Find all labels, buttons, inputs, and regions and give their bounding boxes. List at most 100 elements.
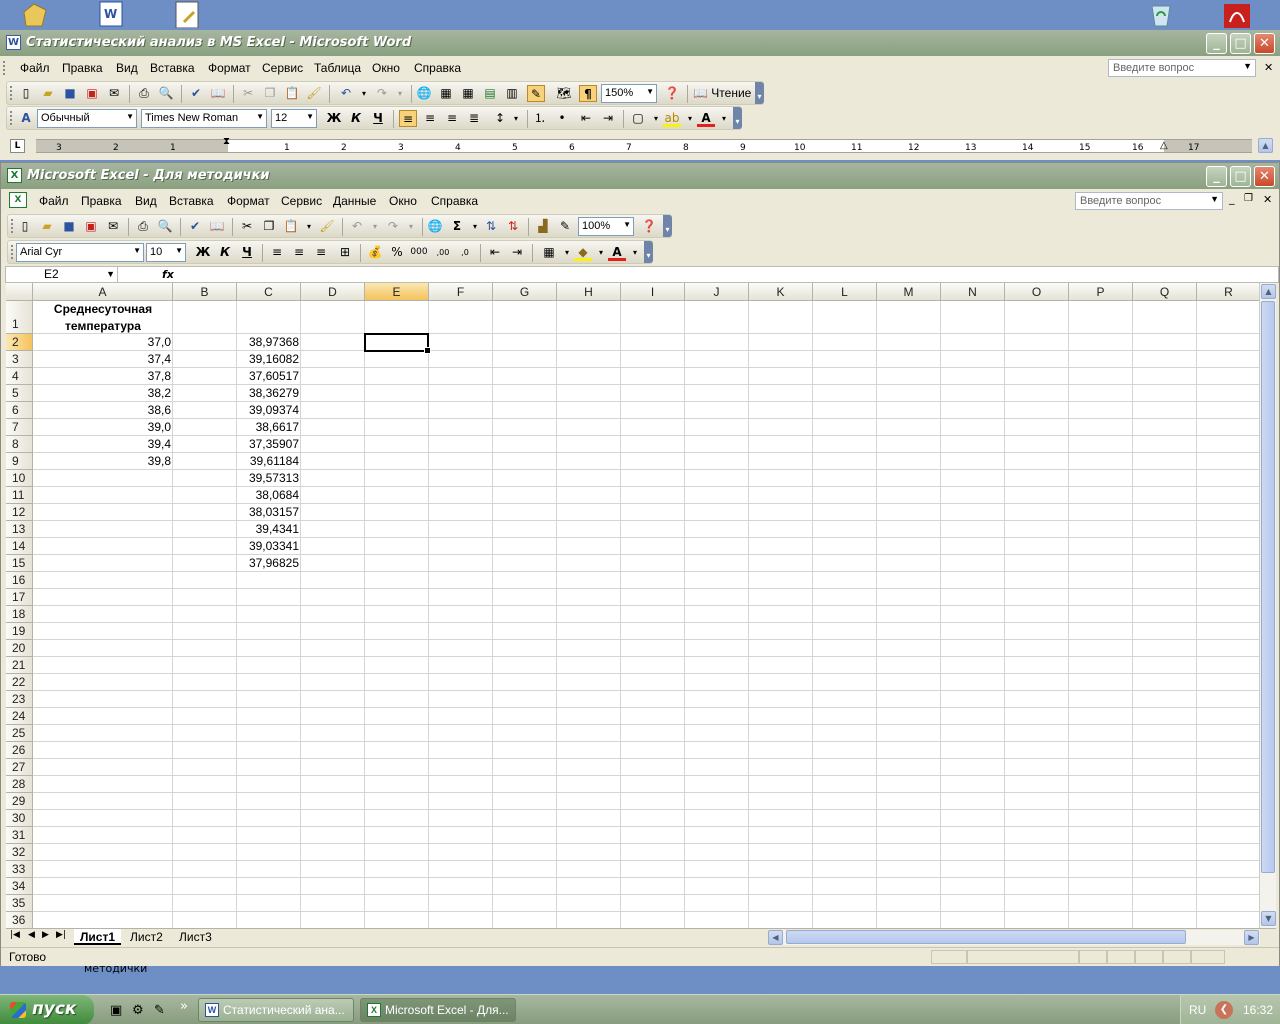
undo-icon[interactable]: ↶ xyxy=(337,85,355,102)
cell-a8[interactable]: 39,4 xyxy=(33,436,173,453)
row-header[interactable]: 1 xyxy=(6,301,33,334)
font-color-dropdown-icon[interactable]: ▾ xyxy=(715,110,733,127)
row-header[interactable]: 36 xyxy=(6,912,33,928)
cut-icon[interactable]: ✂ xyxy=(239,85,257,102)
chevron-down-icon[interactable]: ▼ xyxy=(126,112,134,121)
print-icon[interactable]: ⎙ xyxy=(135,85,153,102)
word-menu-table[interactable]: Таблица xyxy=(314,61,361,75)
research-icon[interactable]: 📖 xyxy=(208,218,226,235)
word-zoom-select[interactable]: 150% ▼ xyxy=(601,84,657,103)
excel-doc-close-icon[interactable]: ✕ xyxy=(1263,193,1272,206)
chart-wizard-icon[interactable]: ▟ xyxy=(534,218,552,235)
spreadsheet-grid[interactable]: A B C D E F G H I J K L M N O P Q R 1 2 3 4 5 6 7 8 9 10 11 12 13 14 15 1… xyxy=(6,283,1259,928)
cell-c4[interactable]: 37,60517 xyxy=(237,368,301,385)
insert-excel-icon[interactable]: ▤ xyxy=(481,85,499,102)
spelling-icon[interactable]: ✔ xyxy=(187,85,205,102)
styles-pane-icon[interactable]: A xyxy=(17,110,35,127)
reading-mode-button[interactable]: 📖 Чтение xyxy=(693,86,751,100)
sheet-tab-3[interactable]: Лист3 xyxy=(173,929,218,945)
desktop-icon-recycle-bin[interactable] xyxy=(1146,0,1176,28)
fill-color-icon[interactable]: ◆ xyxy=(574,244,592,261)
column-header-a[interactable]: A xyxy=(33,283,173,301)
email-icon[interactable]: ✉ xyxy=(104,218,122,235)
row-header[interactable]: 22 xyxy=(6,674,33,691)
align-right-button[interactable]: ≡ xyxy=(443,110,461,127)
paste-icon[interactable]: 📋 xyxy=(282,218,300,235)
autosum-icon[interactable]: Σ xyxy=(448,218,466,235)
toolbar-options-icon[interactable]: ▾ xyxy=(663,215,672,237)
cell-c10[interactable]: 39,57313 xyxy=(237,470,301,487)
cell-a4[interactable]: 37,8 xyxy=(33,368,173,385)
email-icon[interactable]: ✉ xyxy=(105,85,123,102)
chevron-down-icon[interactable]: ▼ xyxy=(106,267,115,282)
font-color-icon[interactable]: A xyxy=(608,244,626,261)
toolbar-options-icon[interactable]: ▾ xyxy=(644,241,653,263)
scroll-down-icon[interactable]: ▼ xyxy=(1261,911,1276,926)
sheet-tab-1[interactable]: Лист1 xyxy=(74,929,122,945)
excel-zoom-select[interactable]: 100% ▼ xyxy=(578,217,634,236)
desktop-icon-word-doc[interactable]: W xyxy=(96,0,126,28)
excel-menu-view[interactable]: Вид xyxy=(135,194,157,208)
decrease-indent-icon[interactable]: ⇤ xyxy=(486,244,504,261)
cell-a5[interactable]: 38,2 xyxy=(33,385,173,402)
sort-ascending-icon[interactable]: ⇅ xyxy=(482,218,500,235)
vertical-scroll-thumb[interactable] xyxy=(1261,301,1275,873)
undo-icon[interactable]: ↶ xyxy=(348,218,366,235)
row-header[interactable]: 27 xyxy=(6,759,33,776)
tables-borders-icon[interactable]: ▦ xyxy=(437,85,455,102)
excel-menu-tools[interactable]: Сервис xyxy=(281,194,322,208)
column-header-j[interactable]: J xyxy=(685,283,749,301)
borders-icon[interactable]: ▢ xyxy=(629,110,647,127)
row-header[interactable]: 4 xyxy=(6,368,33,385)
document-map-icon[interactable]: 🗺 xyxy=(555,85,573,102)
row-header[interactable]: 8 xyxy=(6,436,33,453)
word-title-bar[interactable]: W Статистический анализ в MS Excel - Mic… xyxy=(0,30,1280,56)
row-header[interactable]: 30 xyxy=(6,810,33,827)
cell-c5[interactable]: 38,36279 xyxy=(237,385,301,402)
thousands-button[interactable]: 000 xyxy=(410,244,428,261)
column-header-h[interactable]: H xyxy=(557,283,621,301)
row-header[interactable]: 17 xyxy=(6,589,33,606)
row-header[interactable]: 14 xyxy=(6,538,33,555)
quick-launch-more-icon[interactable]: » xyxy=(180,999,188,1014)
column-header-r[interactable]: R xyxy=(1197,283,1259,301)
next-sheet-icon[interactable]: ▶ xyxy=(42,930,49,940)
formula-input[interactable] xyxy=(178,267,1276,282)
columns-icon[interactable]: ▥ xyxy=(503,85,521,102)
cell-a9[interactable]: 39,8 xyxy=(33,453,173,470)
column-header-e[interactable]: E xyxy=(365,283,429,301)
word-minimize-button[interactable]: _ xyxy=(1206,33,1227,54)
excel-workbook-icon[interactable]: X xyxy=(9,192,27,208)
cell-c7[interactable]: 38,6617 xyxy=(237,419,301,436)
language-indicator[interactable]: RU xyxy=(1189,1003,1206,1017)
save-icon[interactable]: ■ xyxy=(61,85,79,102)
help-icon[interactable]: ❓ xyxy=(663,85,681,102)
word-font-select[interactable]: Times New Roman ▼ xyxy=(141,109,267,128)
desktop-icon-acrobat[interactable] xyxy=(1222,0,1252,28)
align-center-button[interactable]: ≡ xyxy=(421,110,439,127)
align-center-button[interactable]: ≡ xyxy=(290,244,308,261)
row-header[interactable]: 10 xyxy=(6,470,33,487)
research-icon[interactable]: 📖 xyxy=(209,85,227,102)
excel-title-bar[interactable]: X Microsoft Excel - Для методички _ □ ✕ xyxy=(1,163,1279,189)
align-right-button[interactable]: ≡ xyxy=(312,244,330,261)
show-desktop-icon[interactable]: ▣ xyxy=(110,1003,122,1018)
word-menu-edit[interactable]: Правка xyxy=(62,61,103,75)
ruler-body[interactable]: 3 2 1 ⧗ 1 2 3 4 5 6 7 8 9 10 11 12 13 14… xyxy=(36,136,1252,153)
cell-c8[interactable]: 37,35907 xyxy=(237,436,301,453)
drawing-icon[interactable]: ✎ xyxy=(556,218,574,235)
word-style-select[interactable]: Обычный ▼ xyxy=(37,109,137,128)
undo-dropdown-icon[interactable]: ▾ xyxy=(355,85,373,102)
cut-icon[interactable]: ✂ xyxy=(238,218,256,235)
decrease-decimal-icon[interactable]: ,0 xyxy=(456,244,474,261)
chevron-down-icon[interactable]: ▼ xyxy=(175,246,183,255)
print-preview-icon[interactable]: 🔍 xyxy=(156,218,174,235)
align-left-button[interactable]: ≡ xyxy=(268,244,286,261)
word-menu-help[interactable]: Справка xyxy=(414,61,461,75)
bold-button[interactable]: Ж xyxy=(194,244,212,261)
name-box[interactable]: E2 ▼ xyxy=(6,267,118,282)
word-menu-view[interactable]: Вид xyxy=(116,61,138,75)
bullets-icon[interactable]: • xyxy=(553,110,571,127)
format-painter-icon[interactable]: 🖌 xyxy=(305,85,323,102)
start-button[interactable]: пуск xyxy=(0,995,94,1024)
